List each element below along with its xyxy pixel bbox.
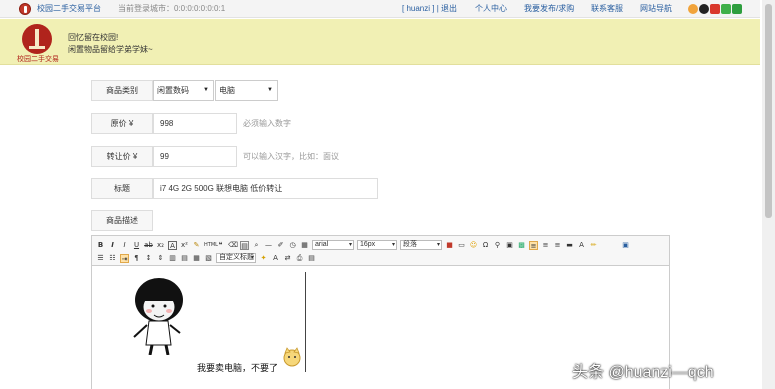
line-height-icon[interactable]: ↕ — [144, 254, 153, 263]
align-center-icon[interactable]: ≡ — [553, 241, 562, 250]
toolbar-row-1: B I I U ab x₂ A x² ✎ HTML ❝ ⌫ ▤ ⌕ — ✐ ◷ … — [96, 239, 630, 251]
category-select-value: 闲置数码 — [157, 86, 189, 95]
weibo-share-icon[interactable] — [710, 4, 720, 14]
html-icon[interactable]: HTML — [204, 241, 218, 250]
row-spacing-icon[interactable]: ⇕ — [156, 254, 165, 263]
campus-logo-icon[interactable] — [22, 24, 52, 54]
align-right-icon[interactable]: ≡ — [541, 241, 550, 250]
transfer-price-input[interactable]: 99 — [153, 146, 237, 167]
split-cells-icon[interactable]: ▧ — [204, 254, 213, 263]
fullscreen-icon[interactable]: ▣ — [621, 241, 630, 250]
cat-emoji-icon — [283, 347, 301, 367]
select-all-icon[interactable]: ▤ — [240, 240, 249, 250]
original-price-label: 原价 ¥ — [91, 113, 153, 134]
special-char-icon[interactable]: Ω — [481, 241, 490, 250]
site-logo-icon[interactable] — [19, 3, 31, 15]
original-price-input[interactable]: 998 — [153, 113, 237, 134]
paragraph-mark-icon[interactable]: ¶ — [132, 254, 141, 263]
italic-icon[interactable]: I — [108, 241, 117, 250]
emoji-icon[interactable]: ☺ — [469, 241, 478, 250]
meme-image — [133, 278, 183, 355]
link-icon[interactable]: ⚲ — [493, 241, 502, 250]
slogan-line-1: 回忆留在校园! — [68, 33, 119, 42]
quote-icon[interactable]: ❝ — [216, 241, 225, 250]
watermark-text: 头条 @huanzi—qch — [572, 364, 714, 381]
title-input[interactable]: i7 4G 2G 500G 联想电脑 低价转让 — [153, 178, 378, 199]
table-icon[interactable]: ▦ — [300, 241, 309, 250]
current-city: 当前登录城市：0:0:0:0:0:0:0:1 — [118, 4, 226, 13]
top-bar: 校园二手交易平台 当前登录城市：0:0:0:0:0:0:0:1 [ huanzi… — [0, 0, 760, 18]
title-label: 标题 — [91, 178, 153, 199]
spellcheck-icon[interactable]: A — [271, 254, 280, 263]
subcategory-select-value: 电脑 — [219, 86, 235, 95]
slogan-line-2: 闲置物品留给学弟学妹~ — [68, 45, 153, 54]
clock-icon[interactable]: ◷ — [288, 241, 297, 250]
page: 校园二手交易平台 当前登录城市：0:0:0:0:0:0:0:1 [ huanzi… — [0, 0, 775, 389]
transfer-price-label: 转让价 ¥ — [91, 146, 153, 167]
italic-alt-icon[interactable]: I — [120, 241, 129, 250]
align-justify-icon[interactable]: ▬ — [565, 241, 574, 250]
qq-share-icon[interactable] — [699, 4, 709, 14]
share-icons — [688, 4, 742, 14]
magic-wand-icon[interactable]: ✦ — [259, 254, 268, 263]
logo-caption: 校园二手交易 — [17, 56, 59, 63]
image-icon[interactable]: ■ — [445, 241, 454, 250]
underline-icon[interactable]: U — [132, 241, 141, 250]
wechat-share-icon[interactable] — [721, 4, 731, 14]
nav-personal-center[interactable]: 个人中心 — [475, 0, 507, 18]
attachment-icon[interactable]: ▩ — [517, 241, 526, 250]
unordered-list-icon[interactable]: ☷ — [108, 254, 117, 263]
align-left-icon[interactable]: ≡ — [529, 240, 538, 250]
original-price-hint: 必须输入数字 — [243, 119, 291, 128]
video-icon[interactable]: ▭ — [457, 241, 466, 250]
font-family-select[interactable]: arial — [312, 240, 354, 250]
font-border-icon[interactable]: A — [168, 240, 177, 250]
highlight-icon[interactable]: ✏ — [589, 241, 598, 250]
custom-title-select[interactable]: 自定义标题 — [216, 253, 256, 263]
search-replace-icon[interactable]: ⌕ — [252, 241, 261, 250]
superscript-icon[interactable]: x² — [180, 241, 189, 250]
font-size-select[interactable]: 16px — [357, 240, 397, 250]
insert-col-icon[interactable]: ▤ — [180, 254, 189, 263]
editor-toolbar: B I I U ab x₂ A x² ✎ HTML ❝ ⌫ ▤ ⌕ — ✐ ◷ … — [92, 236, 669, 266]
category-select[interactable]: 闲置数码 ▼ — [153, 80, 214, 101]
user-logout-links[interactable]: [ huanzi ] | 退出 — [402, 0, 457, 18]
site-name-link[interactable]: 校园二手交易平台 — [37, 0, 101, 18]
chevron-down-icon: ▼ — [267, 87, 273, 93]
format-brush-icon[interactable]: ✎ — [192, 241, 201, 250]
strikethrough-icon[interactable]: ab — [144, 241, 153, 250]
category-label: 商品类别 — [91, 80, 153, 101]
description-label: 商品描述 — [91, 210, 153, 231]
toolbar-row-2: ☰ ☷ ⇥ ¶ ↕ ⇕ ▥ ▤ ▦ ▧ 自定义标题 ✦ A ⇄ ⎙ ▤ — [96, 252, 316, 264]
chevron-down-icon: ▼ — [203, 87, 209, 93]
merge-cells-icon[interactable]: ▦ — [192, 254, 201, 263]
qzone-share-icon[interactable] — [688, 4, 698, 14]
header-banner: 校园二手交易 回忆留在校园! 闲置物品留给学弟学妹~ — [0, 19, 760, 65]
insert-row-icon[interactable]: ▥ — [168, 254, 177, 263]
subscript-icon[interactable]: x₂ — [156, 241, 165, 250]
nav-customer-service[interactable]: 联系客服 — [591, 0, 623, 18]
editor-caption-text: 我要卖电脑，不要了 — [197, 363, 279, 373]
nav-publish[interactable]: 我要发布/求购 — [524, 0, 574, 18]
transfer-price-hint: 可以输入汉字，比如：面议 — [243, 152, 339, 161]
nav-sitemap[interactable]: 网站导航 — [640, 0, 672, 18]
indent-icon[interactable]: ⇥ — [120, 253, 129, 263]
paragraph-select[interactable]: 段落 — [400, 240, 442, 250]
clear-format-icon[interactable]: ⌫ — [228, 241, 238, 250]
direction-icon[interactable]: ⇄ — [283, 254, 292, 263]
scrollbar-thumb[interactable] — [765, 4, 772, 218]
font-color-icon[interactable]: A — [577, 241, 586, 250]
print-icon[interactable]: ⎙ — [295, 254, 304, 263]
text-cursor — [305, 272, 306, 372]
eraser-icon[interactable]: ✐ — [276, 241, 285, 250]
subcategory-select[interactable]: 电脑 ▼ — [215, 80, 278, 101]
horizontal-rule-icon[interactable]: — — [264, 241, 273, 250]
bold-icon[interactable]: B — [96, 241, 105, 250]
map-icon[interactable]: ▣ — [505, 241, 514, 250]
page-scrollbar[interactable] — [762, 0, 775, 389]
source-code-icon[interactable]: ▤ — [307, 254, 316, 263]
ordered-list-icon[interactable]: ☰ — [96, 254, 105, 263]
more-share-icon[interactable] — [732, 4, 742, 14]
